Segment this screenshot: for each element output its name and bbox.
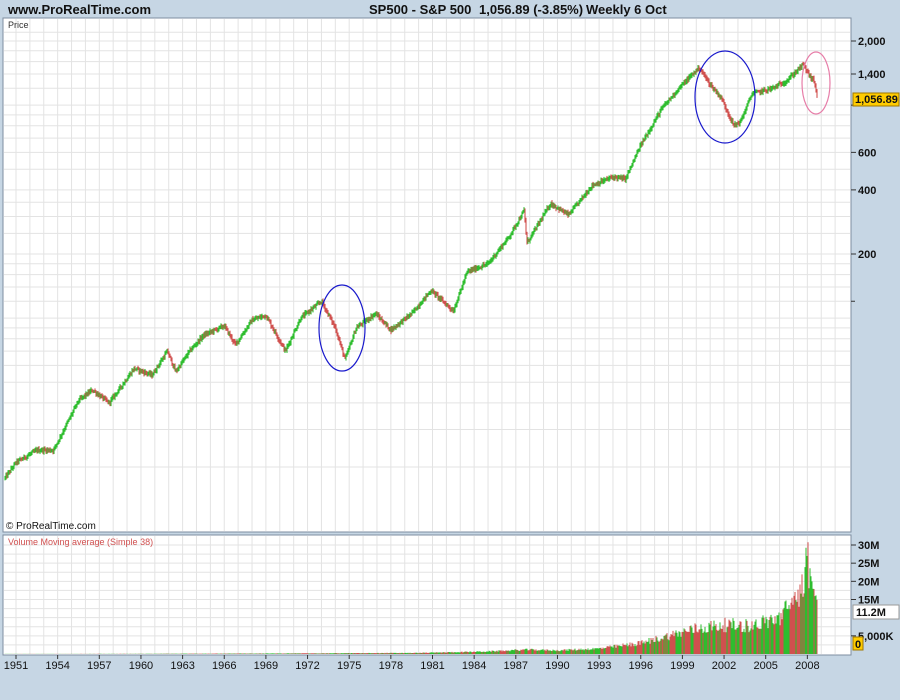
x-tick-label: 1975 (337, 660, 361, 672)
x-tick-label: 1996 (629, 660, 653, 672)
stock-chart: Price © ProRealTime.com 2,000 1,400 600 400… (2, 17, 900, 672)
x-tick-label: 2005 (753, 660, 777, 672)
x-tick-label: 1960 (129, 660, 153, 672)
x-tick-label: 1972 (295, 660, 319, 672)
price-panel-label: Price (8, 20, 29, 30)
volume-y-tick-label: 30M (858, 540, 879, 552)
price-y-axis: 2,000 1,400 600 400 200 (851, 36, 886, 302)
last-price-badge-text: 1,056.89 (855, 94, 898, 106)
price-y-tick-label: 2,000 (858, 36, 886, 48)
x-tick-label: 1969 (254, 660, 278, 672)
volume-y-tick-label: 20M (858, 576, 879, 588)
x-tick-label: 1978 (379, 660, 403, 672)
volume-y-axis: 30M25M20M15M5,000K (851, 540, 894, 643)
x-tick-label: 1999 (670, 660, 694, 672)
price-y-tick-label: 200 (858, 249, 876, 261)
x-tick-label: 1954 (45, 660, 69, 672)
volume-last-badge-text: 11.2M (856, 607, 886, 619)
price-y-tick-label: 600 (858, 147, 876, 159)
volume-zero-badge-text: 0 (855, 639, 861, 651)
volume-panel-label: Volume Moving average (Simple 38) (8, 537, 153, 547)
x-tick-label: 1963 (170, 660, 194, 672)
price-y-tick-label: 400 (858, 185, 876, 197)
x-tick-label: 1957 (87, 660, 111, 672)
x-tick-label: 1987 (504, 660, 528, 672)
x-tick-label: 1984 (462, 660, 486, 672)
x-tick-label: 1966 (212, 660, 236, 672)
price-y-tick-label: 1,400 (858, 69, 886, 81)
volume-y-tick-label: 25M (858, 558, 879, 570)
x-tick-label: 1990 (545, 660, 569, 672)
x-tick-label: 1981 (420, 660, 444, 672)
x-tick-label: 1951 (4, 660, 28, 672)
x-tick-label: 2008 (795, 660, 819, 672)
x-tick-label: 2002 (712, 660, 736, 672)
time-x-axis: 1951 1954 1957 1960 1963 1966 1969 1972 1975 1978… (4, 655, 820, 672)
copyright-label: © ProRealTime.com (6, 521, 96, 532)
x-tick-label: 1993 (587, 660, 611, 672)
